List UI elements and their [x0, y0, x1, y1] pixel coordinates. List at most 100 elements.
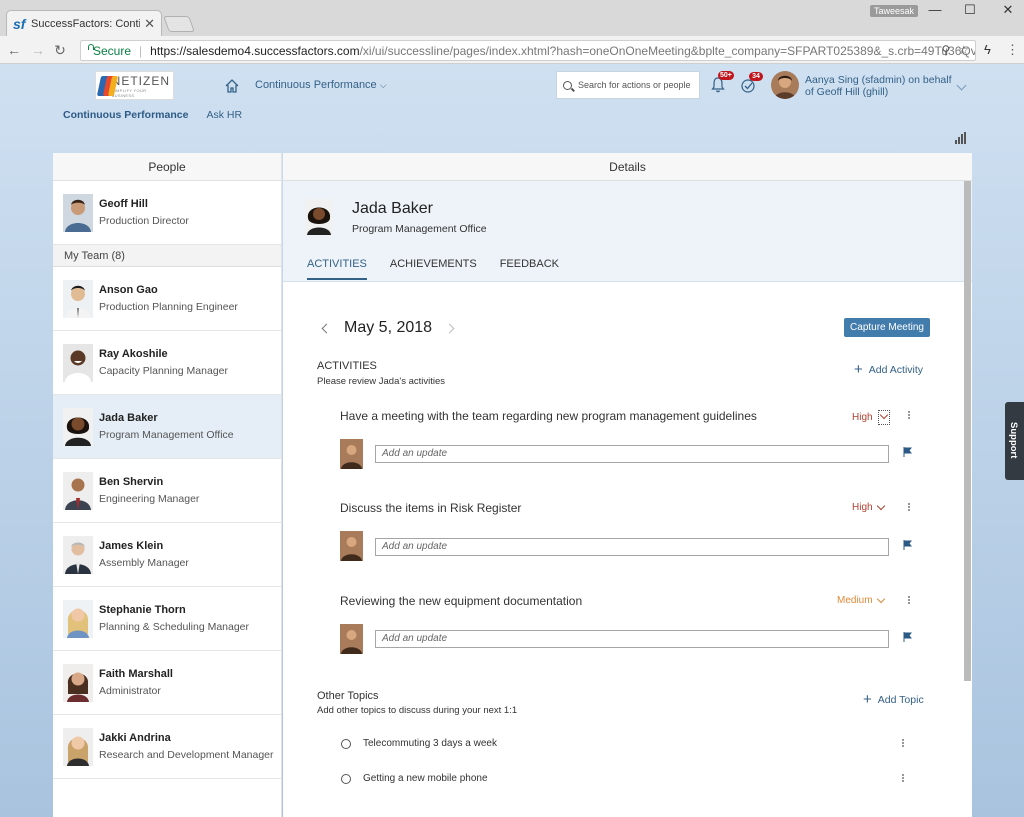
- back-icon[interactable]: ←: [6, 42, 22, 58]
- priority-dropdown[interactable]: High: [852, 501, 885, 513]
- user-avatar[interactable]: [771, 71, 799, 99]
- chevron-down-icon: [877, 410, 890, 425]
- url-path: /xi/ui/successline/pages/index.xhtml?has…: [359, 43, 976, 58]
- update-input[interactable]: Add an update: [375, 630, 889, 648]
- topic-item[interactable]: Getting a new mobile phone: [341, 773, 488, 784]
- module-menu[interactable]: Continuous Performance ⌵: [255, 79, 387, 91]
- user-name[interactable]: Aanya Sing (sfadmin) on behalf of Geoff …: [805, 74, 955, 98]
- activity-title[interactable]: Have a meeting with the team regarding n…: [340, 409, 757, 423]
- person-anson-gao[interactable]: Anson Gao Production Planning Engineer: [53, 267, 281, 331]
- add-topic-button[interactable]: + Add Topic: [863, 692, 924, 707]
- reload-icon[interactable]: ↻: [52, 42, 68, 58]
- flag-icon[interactable]: [903, 447, 912, 457]
- subnav-ask-hr[interactable]: Ask HR: [206, 109, 242, 121]
- subnav-continuous-performance[interactable]: Continuous Performance: [63, 109, 188, 121]
- netizen-logo-icon: [96, 75, 119, 97]
- update-input[interactable]: Add an update: [375, 445, 889, 463]
- topic-more-icon[interactable]: [901, 739, 904, 748]
- person-ben-shervin[interactable]: Ben Shervin Engineering Manager: [53, 459, 281, 523]
- tab-title: SuccessFactors: Continuo: [31, 17, 140, 30]
- support-tab[interactable]: Support: [1005, 402, 1024, 480]
- next-date-icon[interactable]: [444, 323, 455, 333]
- person-title: Capacity Planning Manager: [99, 365, 228, 377]
- todo-button[interactable]: 34: [741, 72, 763, 93]
- person-ray-akoshile[interactable]: Ray Akoshile Capacity Planning Manager: [53, 331, 281, 395]
- person-title: Production Director: [99, 215, 189, 227]
- topic-radio[interactable]: [341, 738, 351, 749]
- browser-tab[interactable]: sf SuccessFactors: Continuo ✕: [6, 10, 162, 36]
- priority-dropdown[interactable]: High: [852, 410, 890, 425]
- person-name: Ray Akoshile: [99, 348, 168, 360]
- topic-label: Getting a new mobile phone: [363, 773, 488, 784]
- search-input[interactable]: Search for actions or people: [556, 71, 700, 99]
- browser-menu-icon[interactable]: ⋮: [1006, 42, 1019, 58]
- activity-more-icon[interactable]: [907, 503, 910, 512]
- avatar: [63, 471, 93, 510]
- star-icon[interactable]: ☆: [958, 43, 969, 57]
- close-window-icon[interactable]: ✕: [993, 2, 1023, 18]
- avatar: [63, 663, 93, 702]
- person-stephanie-thorn[interactable]: Stephanie Thorn Planning & Scheduling Ma…: [53, 587, 281, 651]
- search-placeholder: Search for actions or people: [578, 80, 691, 90]
- activity-more-icon[interactable]: [907, 411, 910, 420]
- previous-date-icon[interactable]: [321, 323, 332, 333]
- update-input[interactable]: Add an update: [375, 538, 889, 556]
- activity-title[interactable]: Reviewing the new equipment documentatio…: [340, 594, 582, 608]
- minimize-icon[interactable]: —: [920, 2, 950, 18]
- person-title: Assembly Manager: [99, 557, 189, 569]
- person-jada-baker[interactable]: Jada Baker Program Management Office: [53, 395, 281, 459]
- avatar: [340, 624, 363, 654]
- person-name: Jada Baker: [99, 412, 158, 424]
- add-activity-label: Add Activity: [868, 364, 924, 376]
- maximize-icon[interactable]: ☐: [955, 2, 985, 18]
- company-logo[interactable]: NETIZEN SIMPLIFY YOUR BUSINESS: [95, 71, 174, 100]
- capture-meeting-button[interactable]: Capture Meeting: [844, 318, 930, 337]
- forward-icon[interactable]: →: [30, 42, 46, 58]
- topic-radio[interactable]: [341, 773, 351, 784]
- details-panel: Details Jada Baker Program Management Of…: [283, 153, 972, 817]
- person-faith-marshall[interactable]: Faith Marshall Administrator: [53, 651, 281, 715]
- avatar: [305, 199, 333, 235]
- url-field[interactable]: Secure | https://salesdemo4.successfacto…: [80, 40, 976, 61]
- person-title: Research and Development Manager: [99, 749, 274, 761]
- tab-activities[interactable]: ACTIVITIES: [307, 258, 367, 280]
- browser-tabstrip: sf SuccessFactors: Continuo ✕ Taweesak —…: [0, 0, 1024, 36]
- chevron-down-icon: [876, 594, 885, 603]
- chevron-down-icon: [876, 501, 885, 510]
- person-manager[interactable]: Geoff Hill Production Director: [53, 181, 281, 245]
- tab-feedback[interactable]: FEEDBACK: [500, 258, 559, 280]
- activity-title[interactable]: Discuss the items in Risk Register: [340, 501, 521, 515]
- person-james-klein[interactable]: James Klein Assembly Manager: [53, 523, 281, 587]
- person-name: Ben Shervin: [99, 476, 164, 488]
- chevron-down-icon: ⌵: [379, 80, 387, 90]
- zoom-icon[interactable]: ⚲: [941, 43, 950, 57]
- topic-label: Telecommuting 3 days a week: [363, 738, 497, 749]
- priority-dropdown[interactable]: Medium: [837, 594, 885, 606]
- people-panel: People Geoff Hill Production Director My…: [53, 153, 282, 817]
- home-icon[interactable]: [224, 78, 240, 94]
- tab-achievements[interactable]: ACHIEVEMENTS: [390, 258, 477, 280]
- activity-more-icon[interactable]: [907, 596, 910, 605]
- plus-icon: +: [854, 361, 863, 378]
- avatar: [63, 279, 93, 318]
- extension-icon[interactable]: ϟ: [984, 42, 991, 57]
- close-tab-icon[interactable]: ✕: [144, 16, 155, 32]
- avatar: [340, 531, 363, 561]
- team-label: My Team (8): [53, 245, 281, 267]
- scrollbar[interactable]: [964, 181, 971, 681]
- bar-chart-icon[interactable]: [955, 132, 967, 144]
- browser-profile[interactable]: Taweesak: [870, 5, 919, 17]
- other-topics-title: Other Topics: [317, 690, 379, 702]
- person-jakki-andrina[interactable]: Jakki Andrina Research and Development M…: [53, 715, 281, 779]
- flag-icon[interactable]: [903, 540, 912, 550]
- topic-more-icon[interactable]: [901, 774, 904, 783]
- avatar: [63, 193, 93, 232]
- avatar: [63, 535, 93, 574]
- meeting-date: May 5, 2018: [344, 319, 433, 336]
- notifications-button[interactable]: 50+: [710, 71, 734, 94]
- topic-item[interactable]: Telecommuting 3 days a week: [341, 738, 497, 749]
- user-menu-chevron-icon[interactable]: [956, 80, 967, 91]
- new-tab-button[interactable]: [163, 16, 195, 32]
- add-activity-button[interactable]: + Add Activity: [854, 361, 924, 378]
- flag-icon[interactable]: [903, 632, 912, 642]
